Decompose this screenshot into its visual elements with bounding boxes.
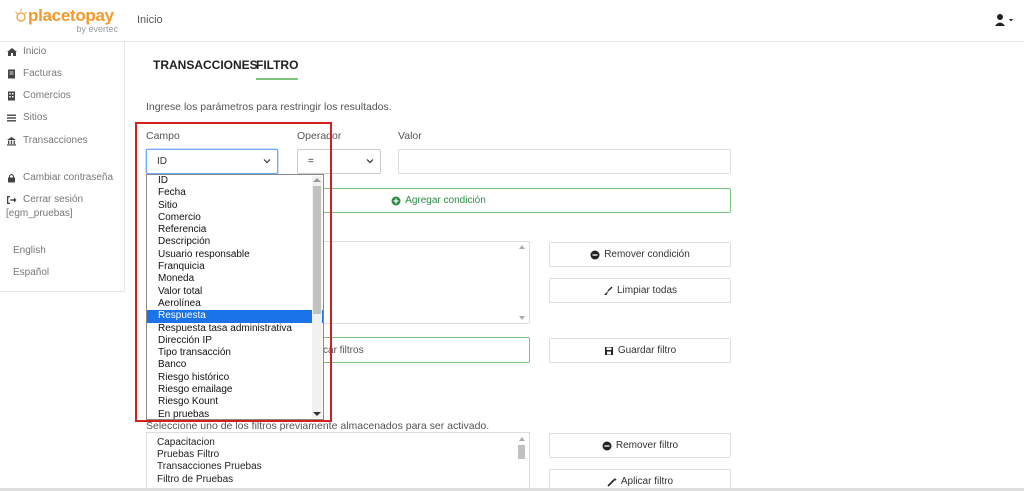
logo-subtext: by evertec	[76, 24, 118, 34]
language-espanol[interactable]: Español	[13, 267, 49, 278]
logo-sun-icon	[15, 9, 27, 22]
plus-circle-icon	[391, 196, 401, 205]
save-icon	[604, 346, 613, 355]
conditions-scrollbar[interactable]	[517, 245, 526, 320]
sidebar-item-label: Cambiar contraseña	[23, 172, 114, 183]
magic-wand-icon	[607, 477, 617, 487]
highlight-annotation	[135, 122, 332, 422]
list-item[interactable]: Filtro de Pruebas	[147, 474, 529, 486]
remove-filter-button[interactable]: Remover filtro	[549, 433, 731, 458]
minus-circle-icon	[590, 250, 600, 259]
sidebar-item-cerrar-sesion[interactable]: Cerrar sesión	[6, 194, 83, 205]
language-english[interactable]: English	[13, 245, 46, 256]
add-condition-label: Agregar condición	[405, 195, 486, 206]
sidebar-item-label: Cerrar sesión	[23, 194, 84, 205]
remove-condition-button[interactable]: Remover condición	[549, 242, 731, 267]
building-icon	[8, 91, 15, 100]
sidebar-item-label: Transacciones	[23, 135, 88, 146]
sidebar-item-label: Inicio	[23, 46, 47, 57]
logo-text: placetopay	[28, 6, 114, 25]
sidebar-item-sitios[interactable]: Sitios	[6, 112, 47, 123]
minus-circle-icon	[602, 441, 612, 450]
sidebar-item-inicio[interactable]: Inicio	[6, 46, 46, 57]
clear-all-button[interactable]: Limpiar todas	[549, 278, 731, 303]
bank-icon	[7, 136, 16, 145]
sidebar-item-comercios[interactable]: Comercios	[6, 90, 71, 101]
list-icon	[7, 114, 16, 121]
sidebar-item-facturas[interactable]: Facturas	[6, 68, 62, 79]
list-item[interactable]: Capacitacion	[147, 437, 529, 449]
scroll-up-icon	[519, 245, 525, 249]
user-menu-button[interactable]	[994, 12, 1016, 28]
saved-filters-scrollbar[interactable]	[517, 437, 526, 488]
scroll-up-icon	[519, 437, 525, 441]
sidebar: Inicio Facturas Comercios Sitios Transac…	[0, 42, 125, 292]
user-icon	[995, 14, 1013, 26]
invoice-icon	[8, 69, 15, 78]
saved-filters-list[interactable]: Capacitacion Pruebas Filtro Transaccione…	[146, 432, 530, 491]
sidebar-item-transacciones[interactable]: Transacciones	[6, 135, 88, 146]
scroll-thumb[interactable]	[518, 445, 525, 459]
remove-filter-label: Remover filtro	[615, 440, 679, 451]
brand-logo[interactable]: placetopay by evertec	[14, 6, 124, 36]
tab-transacciones[interactable]: TRANSACCIONES	[153, 58, 258, 78]
valor-label: Valor	[398, 130, 422, 142]
valor-input[interactable]	[398, 149, 731, 174]
save-filter-label: Guardar filtro	[617, 345, 677, 356]
sidebar-item-label: Facturas	[23, 68, 62, 79]
sidebar-item-cambiar-contrasena[interactable]: Cambiar contraseña	[6, 172, 113, 183]
tab-filtro[interactable]: FILTRO	[256, 58, 299, 80]
save-filter-button[interactable]: Guardar filtro	[549, 338, 731, 363]
filter-instructions: Ingrese los parámetros para restringir l…	[146, 101, 392, 113]
scroll-down-icon	[519, 316, 525, 320]
sidebar-item-label: Comercios	[23, 90, 71, 101]
lock-icon	[8, 173, 15, 182]
chevron-down-icon	[366, 159, 374, 164]
sidebar-item-label: Sitios	[23, 112, 48, 123]
clear-all-label: Limpiar todas	[616, 285, 678, 296]
list-item[interactable]: Transacciones Pruebas	[147, 461, 529, 473]
apply-filter-label: Aplicar filtro	[620, 476, 674, 487]
home-icon	[7, 47, 17, 56]
logout-icon	[7, 195, 17, 204]
top-bar: placetopay by evertec Inicio	[0, 0, 1024, 42]
broom-icon	[603, 286, 613, 295]
sidebar-username: [egm_pruebas]	[6, 208, 73, 219]
page-title: Inicio	[137, 14, 163, 26]
list-item[interactable]: Pruebas Filtro	[147, 449, 529, 461]
remove-condition-label: Remover condición	[604, 249, 690, 260]
